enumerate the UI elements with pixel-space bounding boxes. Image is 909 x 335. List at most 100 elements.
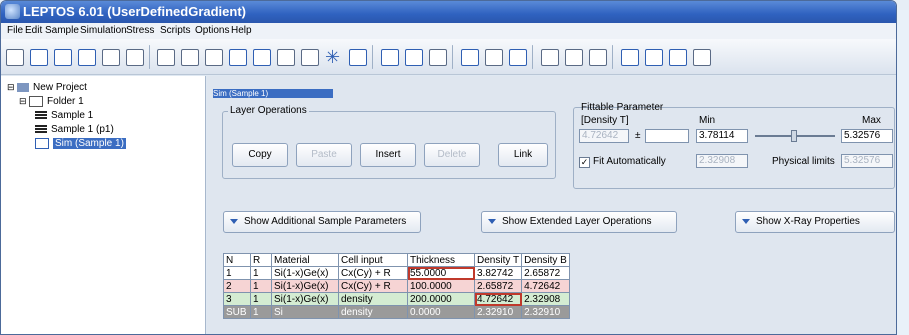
menu-bar: File Edit Sample Simulation Stress Scrip… xyxy=(1,23,896,39)
sample-icon[interactable] xyxy=(205,49,223,66)
grid-header: Material xyxy=(271,253,339,267)
fittable-parameter-label: Fittable Parameter xyxy=(581,102,664,113)
table-row[interactable]: 1 1 Si(1-x)Ge(x) Cx(Cy) + R 55.0000 3.82… xyxy=(223,266,570,280)
import-icon[interactable] xyxy=(126,49,144,66)
layer-add-icon[interactable] xyxy=(253,49,271,66)
menu-help[interactable]: Help xyxy=(231,25,252,36)
physical-limits-field[interactable]: 5.32576 xyxy=(841,154,893,168)
sphere-icon[interactable] xyxy=(301,49,319,66)
table-icon[interactable] xyxy=(669,49,687,66)
link-button[interactable]: Link xyxy=(498,143,548,167)
grid-alt-icon[interactable] xyxy=(645,49,663,66)
star-icon[interactable]: ✳ xyxy=(325,47,343,67)
fit-automatically-checkbox[interactable]: ✓ xyxy=(579,157,590,168)
toolbar-separator xyxy=(452,45,453,69)
grid-header: Cell input xyxy=(338,253,408,267)
panel-title: Sim (Sample 1) xyxy=(213,89,333,98)
export-icon[interactable] xyxy=(102,49,120,66)
layer-icon[interactable] xyxy=(229,49,247,66)
density-t-cell[interactable]: 4.72642 xyxy=(473,292,523,306)
document-icon[interactable] xyxy=(181,49,199,66)
simulate-fit-icon[interactable] xyxy=(405,49,423,66)
fit-automatically-label: Fit Automatically xyxy=(593,156,666,167)
tree-item-sim[interactable]: Sim (Sample 1) xyxy=(35,138,126,151)
check-icon[interactable] xyxy=(509,49,527,66)
show-xray-properties-button[interactable]: Show X-Ray Properties xyxy=(735,211,895,233)
folder-icon xyxy=(29,96,44,107)
title-bar[interactable]: LEPTOS 6.01 (UserDefinedGradient) xyxy=(1,1,896,23)
menu-sample[interactable]: Sample xyxy=(45,25,79,36)
show-additional-sample-parameters-button[interactable]: Show Additional Sample Parameters xyxy=(223,211,421,233)
window-title: LEPTOS 6.01 (UserDefinedGradient) xyxy=(23,4,246,19)
tree-item-project[interactable]: ⊟ New Project xyxy=(7,82,87,95)
toolbar-separator xyxy=(532,45,533,69)
open-icon[interactable] xyxy=(30,49,48,66)
toolbar-separator xyxy=(149,45,150,69)
chevron-down-icon xyxy=(742,218,750,224)
max-field[interactable]: 5.32576 xyxy=(841,129,893,143)
save-icon[interactable] xyxy=(54,49,72,66)
tree-item-folder[interactable]: ⊟ Folder 1 xyxy=(19,96,84,109)
tree-item-sample-p1[interactable]: Sample 1 (p1) xyxy=(35,124,114,137)
project-tree: ⊟ New Project ⊟ Folder 1 Sample 1 Sample… xyxy=(1,76,206,334)
min-field[interactable]: 3.78114 xyxy=(696,129,748,143)
physical-limits-label: Physical limits xyxy=(772,156,835,167)
fit-icon[interactable] xyxy=(349,49,367,66)
copy-button[interactable]: Copy xyxy=(232,143,288,167)
app-icon xyxy=(5,4,20,19)
grid-header: Density B xyxy=(521,253,570,267)
delete-button[interactable]: Delete xyxy=(424,143,480,167)
app-window: LEPTOS 6.01 (UserDefinedGradient) File E… xyxy=(0,0,897,335)
table-row[interactable]: 3 1 Si(1-x)Ge(x) density 200.0000 4.7264… xyxy=(223,292,570,306)
parameter-name: [Density T] xyxy=(581,115,629,126)
menu-options[interactable]: Options xyxy=(195,25,229,36)
zoom-out-icon[interactable] xyxy=(565,49,583,66)
window-icon[interactable] xyxy=(693,49,711,66)
project-icon xyxy=(17,82,30,92)
table-row[interactable]: 2 1 Si(1-x)Ge(x) Cx(Cy) + R 100.0000 2.6… xyxy=(223,279,570,293)
min-label: Min xyxy=(699,115,716,126)
grid-icon[interactable] xyxy=(621,49,639,66)
new-icon[interactable] xyxy=(6,49,24,66)
toolbar-separator xyxy=(612,45,613,69)
thickness-cell[interactable]: 55.0000 xyxy=(407,266,475,280)
grid-header: Density T xyxy=(473,253,523,267)
measure-icon[interactable] xyxy=(277,49,295,66)
insert-button[interactable]: Insert xyxy=(360,143,416,167)
toolbar-separator xyxy=(372,45,373,69)
show-extended-layer-operations-button[interactable]: Show Extended Layer Operations xyxy=(481,211,677,233)
menu-simulation[interactable]: Simulation xyxy=(80,25,127,36)
save-all-icon[interactable] xyxy=(78,49,96,66)
menu-scripts[interactable]: Scripts xyxy=(160,25,191,36)
chevron-down-icon xyxy=(488,218,496,224)
layer-operations-label: Layer Operations xyxy=(228,105,309,116)
menu-edit[interactable]: Edit xyxy=(25,25,42,36)
parameter-value-field[interactable]: 4.72642 xyxy=(579,129,629,143)
layer-grid[interactable]: N R Material Cell input Thickness Densit… xyxy=(223,253,633,319)
simulate-icon[interactable] xyxy=(381,49,399,66)
print-icon[interactable] xyxy=(485,49,503,66)
simulation-icon xyxy=(35,138,49,149)
zoom-in-icon[interactable] xyxy=(541,49,559,66)
tree-item-sample-1[interactable]: Sample 1 xyxy=(35,110,93,123)
sample-icon xyxy=(35,124,47,134)
max-label: Max xyxy=(862,115,881,126)
curve-icon[interactable] xyxy=(461,49,479,66)
range-slider-thumb[interactable] xyxy=(791,130,797,142)
folder-icon[interactable] xyxy=(157,49,175,66)
tolerance-field[interactable] xyxy=(645,129,689,143)
grid-header: N xyxy=(223,253,251,267)
grid-header: Thickness xyxy=(407,253,475,267)
compare-icon[interactable] xyxy=(429,49,447,66)
scale-icon[interactable] xyxy=(589,49,607,66)
grid-header: R xyxy=(250,253,272,267)
plus-minus-label: ± xyxy=(635,130,641,141)
menu-stress[interactable]: Stress xyxy=(126,25,154,36)
menu-file[interactable]: File xyxy=(7,25,23,36)
sample-icon xyxy=(35,110,47,120)
chevron-down-icon xyxy=(230,218,238,224)
toolbar: ✳ xyxy=(1,39,896,75)
fit-value-field[interactable]: 2.32908 xyxy=(696,154,748,168)
table-row[interactable]: SUB 1 Si density 0.0000 2.32910 2.32910 xyxy=(223,305,570,319)
paste-button[interactable]: Paste xyxy=(296,143,352,167)
